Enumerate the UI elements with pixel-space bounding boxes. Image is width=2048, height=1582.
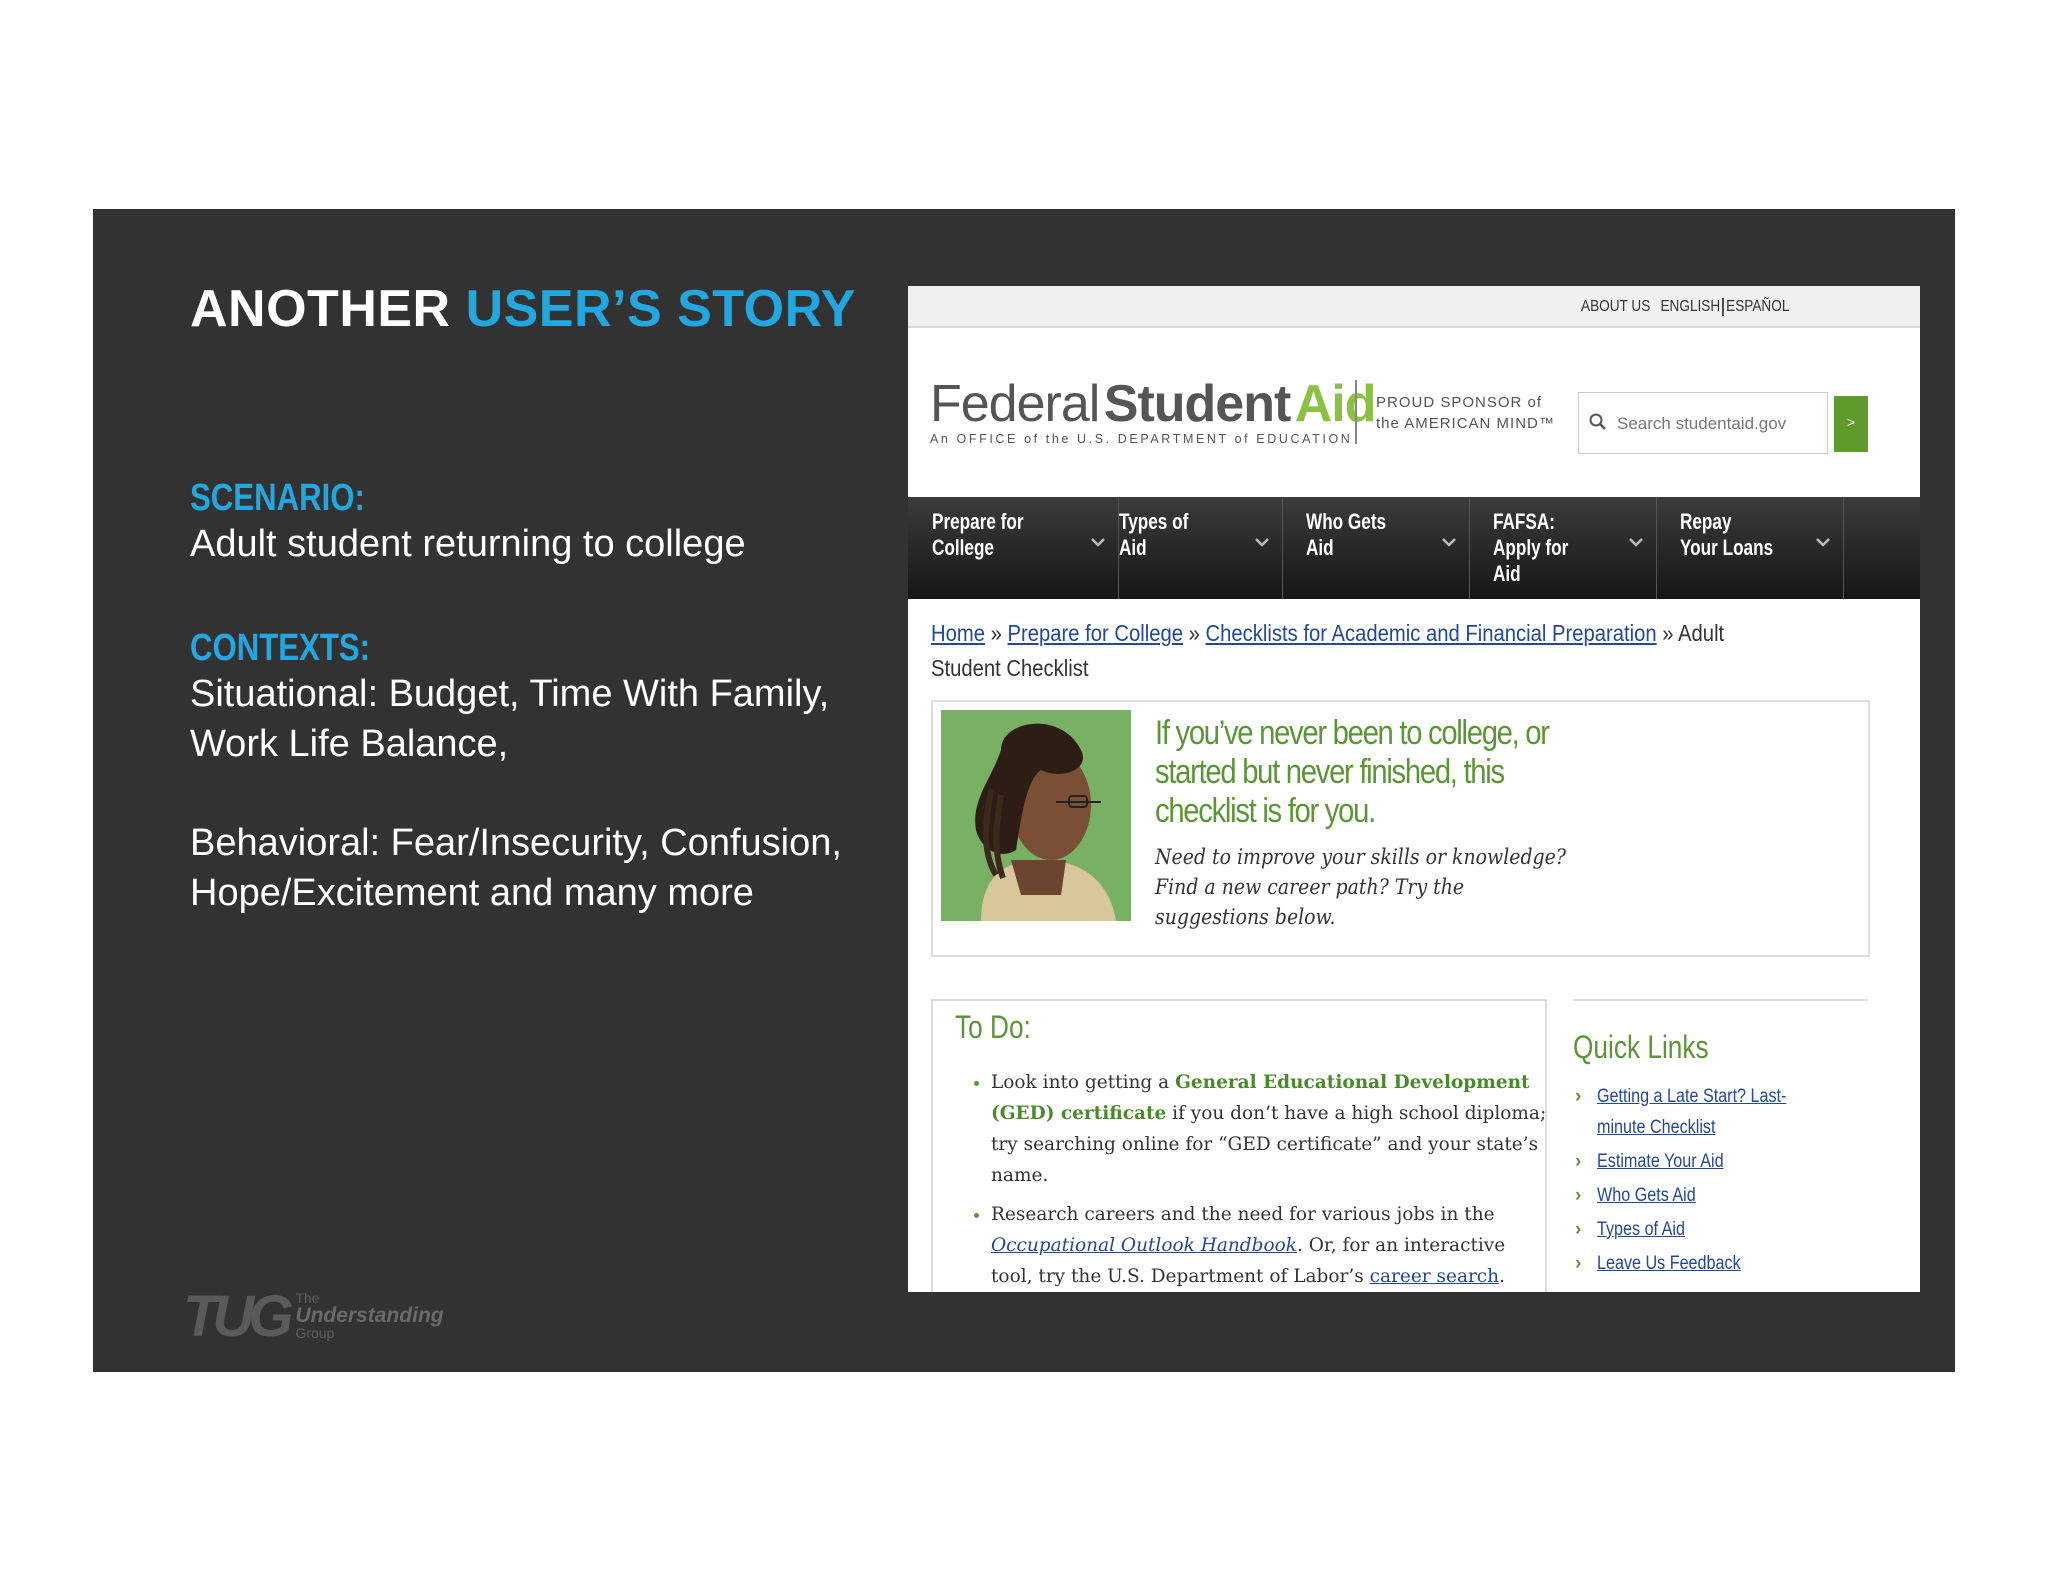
chevron-down-icon [1442, 538, 1456, 547]
sponsor-line-2: the AMERICAN MIND™ [1376, 415, 1555, 432]
tug-logo: TUG The Understanding Group [183, 1284, 444, 1349]
nav-prepare-for-college[interactable]: Prepare for College [908, 497, 1119, 599]
brand-student: Student [1103, 375, 1292, 433]
chevron-right-icon: › [1575, 1185, 1582, 1206]
scenario-text: Adult student returning to college [190, 523, 746, 565]
hero-headline: If you’ve never been to college, or star… [1155, 714, 1550, 830]
breadcrumb-sep: » [984, 620, 1008, 646]
brand-aid: Aid [1294, 375, 1377, 433]
occupational-outlook-link[interactable]: Occupational Outlook Handbook [991, 1235, 1297, 1256]
chevron-down-icon [1255, 538, 1269, 547]
brand-federal: Federal [930, 375, 1100, 433]
todo-item: Look into getting a General Educational … [991, 1067, 1551, 1191]
english-link[interactable]: ENGLISH [1660, 298, 1720, 316]
nav-fafsa-apply[interactable]: FAFSA: Apply for Aid [1469, 497, 1657, 599]
todo-text: Research careers and the need for variou… [991, 1204, 1495, 1225]
student-photo [941, 710, 1131, 921]
quick-link-types-of-aid[interactable]: Types of Aid [1597, 1214, 1827, 1245]
todo-heading: To Do: [955, 1009, 1031, 1045]
nav-types-of-aid[interactable]: Types of Aid [1095, 497, 1283, 599]
sponsor-text: PROUD SPONSOR of the AMERICAN MIND™ [1376, 392, 1555, 434]
logo-group: Group [295, 1325, 335, 1341]
search-input[interactable]: Search studentaid.gov [1578, 392, 1828, 454]
situational-line-2: Work Life Balance, [190, 723, 509, 765]
nav-label: Prepare for College [932, 509, 1024, 560]
espanol-link[interactable]: ESPAÑOL [1721, 298, 1789, 316]
behavioral-line-2: Hope/Excitement and many more [190, 872, 754, 914]
hero-subtext: Need to improve your skills or knowledge… [1155, 845, 1566, 929]
quick-links-heading: Quick Links [1573, 1029, 1709, 1065]
breadcrumb-home[interactable]: Home [931, 620, 985, 646]
behavioral-line-1: Behavioral: Fear/Insecurity, Confusion, [190, 822, 842, 864]
contexts-label: CONTEXTS: [190, 627, 371, 669]
scenario-label: SCENARIO: [190, 477, 365, 519]
utility-links: ABOUT US ENGLISH ESPAÑOL [1581, 298, 1789, 316]
nav-label: Repay Your Loans [1680, 509, 1774, 560]
utility-bar: ABOUT US ENGLISH ESPAÑOL [908, 286, 1920, 328]
todo-box: To Do: Look into getting a General Educa… [931, 999, 1547, 1292]
title-part-accent: USER’S STORY [465, 280, 856, 338]
quick-link-who-gets-aid[interactable]: Who Gets Aid [1597, 1180, 1827, 1211]
brand-divider [1355, 380, 1357, 444]
nav-label: Who Gets Aid [1306, 509, 1387, 560]
nav-label: FAFSA: Apply for Aid [1493, 509, 1569, 586]
situational-line-1: Situational: Budget, Time With Family, [190, 673, 830, 715]
slide: ANOTHER USER’S STORY SCENARIO: Adult stu… [93, 209, 1955, 1372]
chevron-down-icon [1816, 538, 1830, 547]
main-nav: Prepare for College Types of Aid Who Get… [908, 497, 1920, 599]
career-search-link[interactable]: career search [1370, 1266, 1499, 1287]
breadcrumb-prepare[interactable]: Prepare for College [1008, 620, 1184, 646]
breadcrumb-checklists[interactable]: Checklists for Academic and Financial Pr… [1206, 620, 1657, 646]
breadcrumb-sep: » [1656, 620, 1679, 646]
title-part-white: ANOTHER [190, 280, 466, 338]
quick-link-late-start[interactable]: Getting a Late Start? Last-minute Checkl… [1597, 1081, 1827, 1143]
slide-title: ANOTHER USER’S STORY [190, 279, 856, 339]
fsa-logo[interactable]: Federal Student Aid [930, 374, 1377, 434]
quick-link-estimate-aid[interactable]: Estimate Your Aid [1597, 1146, 1827, 1177]
chevron-right-icon: › [1575, 1253, 1582, 1274]
todo-list: Look into getting a General Educational … [965, 1067, 1551, 1292]
quick-links: Quick Links › Getting a Late Start? Last-… [1573, 999, 1868, 1274]
chevron-down-icon [1629, 538, 1643, 547]
quick-link-feedback[interactable]: Leave Us Feedback [1597, 1248, 1827, 1279]
website-screenshot: ABOUT US ENGLISH ESPAÑOL Federal Student… [908, 286, 1920, 1292]
nav-repay-loans[interactable]: Repay Your Loans [1656, 497, 1844, 599]
nav-label: Types of Aid [1119, 509, 1189, 560]
sponsor-line-1: PROUD SPONSOR of [1376, 394, 1543, 411]
breadcrumb: Home » Prepare for College » Checklists … [931, 616, 1793, 686]
logo-understanding: Understanding [295, 1304, 444, 1327]
todo-item: Research careers and the need for variou… [991, 1199, 1551, 1292]
todo-text: . [1499, 1266, 1505, 1287]
tug-logo-mark: TUG [183, 1283, 293, 1349]
hero-banner: If you’ve never been to college, or star… [931, 700, 1870, 957]
search-go-button[interactable]: > [1834, 396, 1868, 452]
chevron-right-icon: › [1575, 1086, 1582, 1107]
about-us-link[interactable]: ABOUT US [1581, 298, 1650, 316]
todo-text: Look into getting a [991, 1072, 1176, 1093]
breadcrumb-sep: » [1183, 620, 1206, 646]
nav-who-gets-aid[interactable]: Who Gets Aid [1282, 497, 1470, 599]
chevron-right-icon: › [1575, 1151, 1582, 1172]
search-placeholder: Search studentaid.gov [1617, 414, 1787, 433]
brand-subtitle: An OFFICE of the U.S. DEPARTMENT of EDUC… [930, 432, 1353, 446]
search-icon [1589, 413, 1607, 436]
tug-logo-words: The Understanding Group [295, 1291, 443, 1341]
chevron-right-icon: › [1575, 1219, 1582, 1240]
